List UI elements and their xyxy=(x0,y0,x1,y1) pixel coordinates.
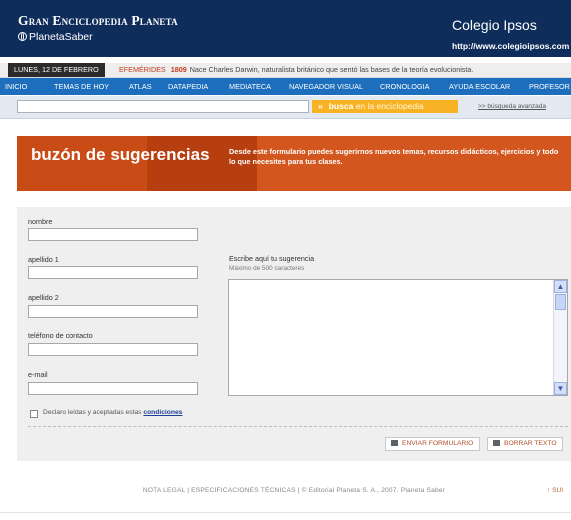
brand-subtitle[interactable]: PlanetaSaber xyxy=(18,31,93,43)
search-button-label-2: en la enciclopedia xyxy=(355,101,424,111)
school-name: Colegio Ipsos xyxy=(452,17,537,33)
nav-item-navegador-visual[interactable]: NAVEGADOR VISUAL xyxy=(289,78,363,95)
field-label-nombre: nombre xyxy=(28,217,53,226)
efemerides-text: EFEMÉRIDES 1809 Nace Charles Darwin, natur… xyxy=(119,63,473,77)
clear-button-label: BORRAR TEXTO xyxy=(504,440,557,447)
clear-button[interactable]: BORRAR TEXTO xyxy=(487,437,563,451)
scrollbar-thumb[interactable] xyxy=(555,294,566,310)
form-divider xyxy=(28,426,568,427)
advanced-search-link[interactable]: >> búsqueda avanzada xyxy=(478,103,546,110)
back-to-top-link[interactable]: ↑ SUI xyxy=(547,487,563,494)
nav-item-inicio[interactable]: INICIO xyxy=(5,78,27,95)
footer-divider xyxy=(0,512,571,513)
footer-links[interactable]: NOTA LEGAL | ESPECIFICACIONES TÉCNICAS |… xyxy=(17,487,571,494)
apellido-2-field[interactable] xyxy=(28,305,198,318)
telefono-field[interactable] xyxy=(28,343,198,356)
date-label: LUNES, 12 DE FEBRERO xyxy=(8,63,105,77)
nav-item-datapedia[interactable]: DATAPEDIA xyxy=(168,78,208,95)
brand-title[interactable]: Gran Enciclopedia Planeta xyxy=(18,13,178,29)
school-url[interactable]: http://www.colegioipsos.com xyxy=(452,41,569,51)
submit-button-label: ENVIAR FORMULARIO xyxy=(402,440,474,447)
efemerides-year: 1809 xyxy=(170,65,187,74)
double-arrow-icon: » xyxy=(318,101,323,111)
brand-subtitle-label: PlanetaSaber xyxy=(29,31,93,43)
scroll-down-icon[interactable]: ▼ xyxy=(554,382,567,395)
field-label-apellido-2: apellido 2 xyxy=(28,293,59,302)
search-input[interactable] xyxy=(17,100,309,113)
globe-icon xyxy=(18,32,27,41)
nav-item-mediateca[interactable]: MEDIATECA xyxy=(229,78,271,95)
apellido-1-field[interactable] xyxy=(28,266,198,279)
field-label-email: e-mail xyxy=(28,370,48,379)
page-title: buzón de sugerencias xyxy=(31,145,210,164)
eraser-icon xyxy=(493,440,500,446)
nav-item-temas-de-hoy[interactable]: TEMAS DE HOY xyxy=(54,78,109,95)
nombre-field[interactable] xyxy=(28,228,198,241)
scroll-up-icon[interactable]: ▲ xyxy=(554,280,567,293)
envelope-icon xyxy=(391,440,398,446)
consent-text: Declaro leídas y aceptadas estas xyxy=(43,409,142,416)
search-button-label-1: busca xyxy=(328,101,354,111)
search-button[interactable]: » busca en la enciclopedia xyxy=(312,100,458,113)
nav-item-atlas[interactable]: ATLAS xyxy=(129,78,152,95)
efemerides-label: EFEMÉRIDES xyxy=(119,65,166,74)
submit-button[interactable]: ENVIAR FORMULARIO xyxy=(385,437,480,451)
nav-item-ayuda-escolar[interactable]: AYUDA ESCOLAR xyxy=(449,78,510,95)
nav-item-profesor[interactable]: PROFESOR xyxy=(529,78,570,95)
field-label-apellido-1: apellido 1 xyxy=(28,255,59,264)
suggestion-hint: Máximo de 500 caracteres xyxy=(229,265,305,272)
efemerides-description: Nace Charles Darwin, naturalista británi… xyxy=(189,65,474,74)
consent-checkbox[interactable] xyxy=(30,410,38,418)
consent-label: Declaro leídas y aceptadas estas condici… xyxy=(43,409,182,416)
banner-description: Desde este formulario puedes sugerirnos … xyxy=(229,147,559,166)
nav-item-cronologia[interactable]: CRONOLOGIA xyxy=(380,78,429,95)
suggestion-textarea[interactable] xyxy=(228,279,568,396)
field-label-telefono: teléfono de contacto xyxy=(28,331,93,340)
conditions-link[interactable]: condiciones xyxy=(143,409,182,416)
email-field[interactable] xyxy=(28,382,198,395)
suggestion-label: Escribe aquí tu sugerencia xyxy=(229,254,315,263)
